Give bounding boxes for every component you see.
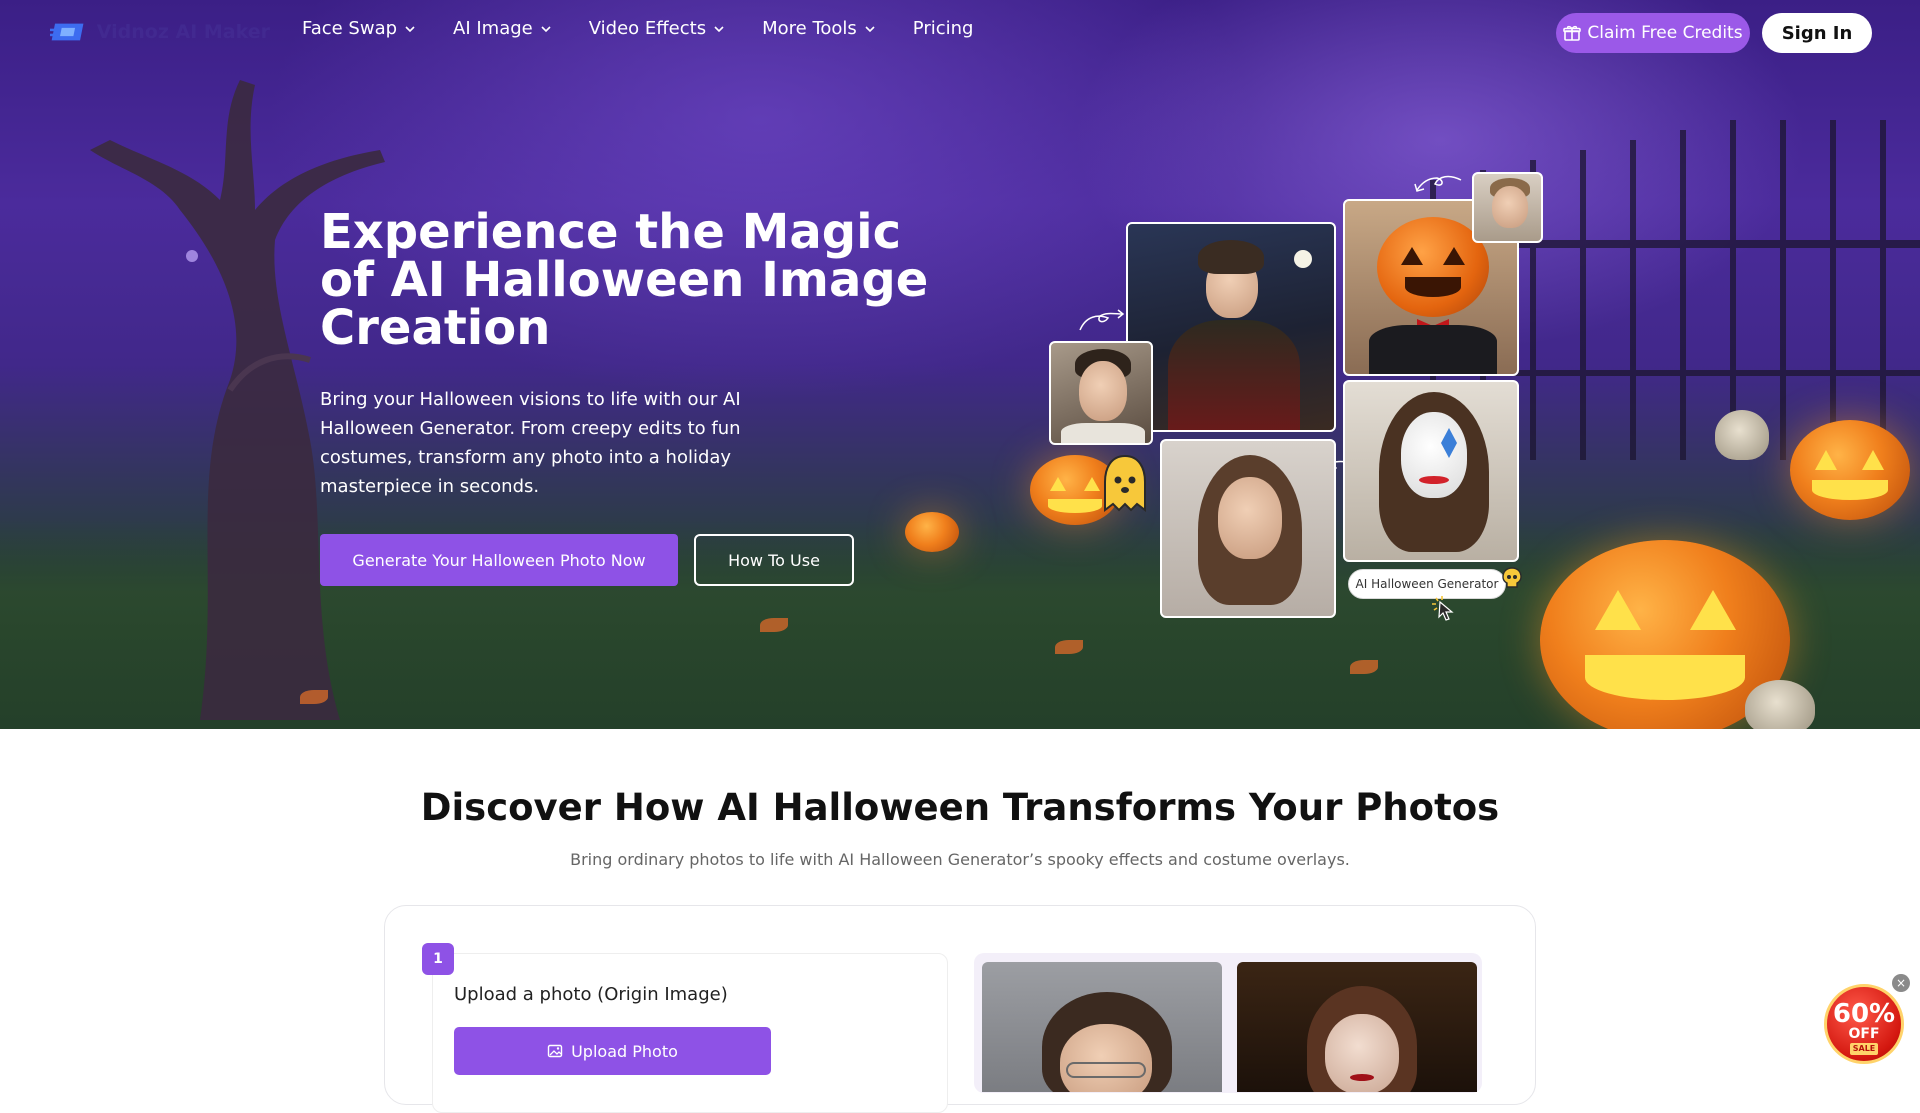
sale-off-label: OFF xyxy=(1848,1026,1880,1042)
claim-free-credits-button[interactable]: Claim Free Credits xyxy=(1556,13,1750,53)
cursor-click-icon xyxy=(1432,596,1454,621)
fallen-leaf xyxy=(760,618,788,632)
main-menu: Face Swap AI Image Video Effects More To… xyxy=(302,18,1011,39)
close-icon[interactable]: × xyxy=(1892,974,1910,992)
red-lips-paint xyxy=(1419,476,1449,484)
vampire-costume-photo xyxy=(1126,222,1336,432)
chevron-down-icon xyxy=(541,25,551,32)
brand-name: Vidnoz AI Maker xyxy=(96,21,270,43)
nav-item-label: Face Swap xyxy=(302,18,398,39)
preview-original-image xyxy=(982,962,1222,1092)
chevron-down-icon xyxy=(714,25,724,32)
shirt xyxy=(1061,423,1145,443)
cape xyxy=(1369,325,1497,374)
image-upload-icon xyxy=(547,1044,563,1058)
chevron-down-icon xyxy=(865,25,875,32)
sale-badge[interactable]: 60% OFF SALE xyxy=(1824,984,1904,1064)
clown-makeup-photo xyxy=(1343,380,1519,562)
fallen-leaf xyxy=(1350,660,1378,674)
chevron-down-icon xyxy=(405,25,415,32)
nav-item-label: AI Image xyxy=(453,18,533,39)
section-title: Discover How AI Halloween Transforms You… xyxy=(420,786,1500,829)
curved-arrow-doodle xyxy=(1414,175,1462,192)
cape xyxy=(1168,320,1300,430)
sale-percent: 60% xyxy=(1832,999,1896,1029)
nav-item-ai-image[interactable]: AI Image xyxy=(453,18,551,39)
ai-halloween-generator-tag: AI Halloween Generator xyxy=(1348,569,1506,599)
curved-arrow-doodle xyxy=(1079,309,1125,331)
upload-photo-button[interactable]: Upload Photo xyxy=(454,1027,771,1075)
skull-decoration xyxy=(1715,410,1769,460)
ghost-icon xyxy=(1104,454,1146,512)
face xyxy=(1060,1024,1152,1092)
fallen-leaf xyxy=(300,690,328,704)
face xyxy=(1218,477,1282,559)
nav-item-label: Pricing xyxy=(912,18,974,39)
sale-ribbon: SALE xyxy=(1850,1043,1878,1055)
face xyxy=(1079,361,1127,421)
generate-halloween-photo-button[interactable]: Generate Your Halloween Photo Now xyxy=(320,534,678,586)
logo-icon xyxy=(50,23,84,41)
brand-logo[interactable]: Vidnoz AI Maker xyxy=(50,16,270,48)
hero-title: Experience the Magic of AI Halloween Ima… xyxy=(320,204,929,356)
nav-item-label: More Tools xyxy=(762,18,857,39)
upload-step-label: Upload a photo (Origin Image) xyxy=(454,984,728,1005)
step-number-badge: 1 xyxy=(422,943,454,975)
section-subtitle: Bring ordinary photos to life with AI Ha… xyxy=(570,850,1350,869)
glasses xyxy=(1066,1062,1146,1078)
hero-banner xyxy=(0,0,1920,729)
fallen-leaf xyxy=(1055,640,1083,654)
sign-in-button[interactable]: Sign In xyxy=(1762,13,1872,53)
face xyxy=(1492,186,1528,228)
upload-button-label: Upload Photo xyxy=(571,1041,678,1061)
how-to-use-button[interactable]: How To Use xyxy=(694,534,854,586)
gift-icon xyxy=(1563,25,1582,41)
hero-subtitle: Bring your Halloween visions to life wit… xyxy=(320,389,741,497)
nav-item-label: Video Effects xyxy=(588,18,707,39)
child-original-photo xyxy=(1472,172,1543,243)
hair xyxy=(1198,240,1264,274)
moon xyxy=(1294,250,1312,268)
nav-item-more-tools[interactable]: More Tools xyxy=(762,18,875,39)
nav-item-pricing[interactable]: Pricing xyxy=(913,18,974,39)
woman-original-photo xyxy=(1160,439,1336,618)
preview-result-image xyxy=(1237,962,1477,1092)
nav-item-video-effects[interactable]: Video Effects xyxy=(589,18,724,39)
jack-o-lantern-small xyxy=(905,512,959,552)
man-original-photo xyxy=(1049,341,1153,445)
face xyxy=(1401,412,1467,498)
jack-o-lantern-right xyxy=(1790,420,1910,520)
nav-item-face-swap[interactable]: Face Swap xyxy=(302,18,415,39)
skull-icon xyxy=(1502,567,1522,588)
top-navigation: Vidnoz AI Maker Face Swap AI Image Video… xyxy=(0,0,1920,64)
claim-label: Claim Free Credits xyxy=(1587,23,1743,43)
skull-decoration xyxy=(1745,680,1815,729)
